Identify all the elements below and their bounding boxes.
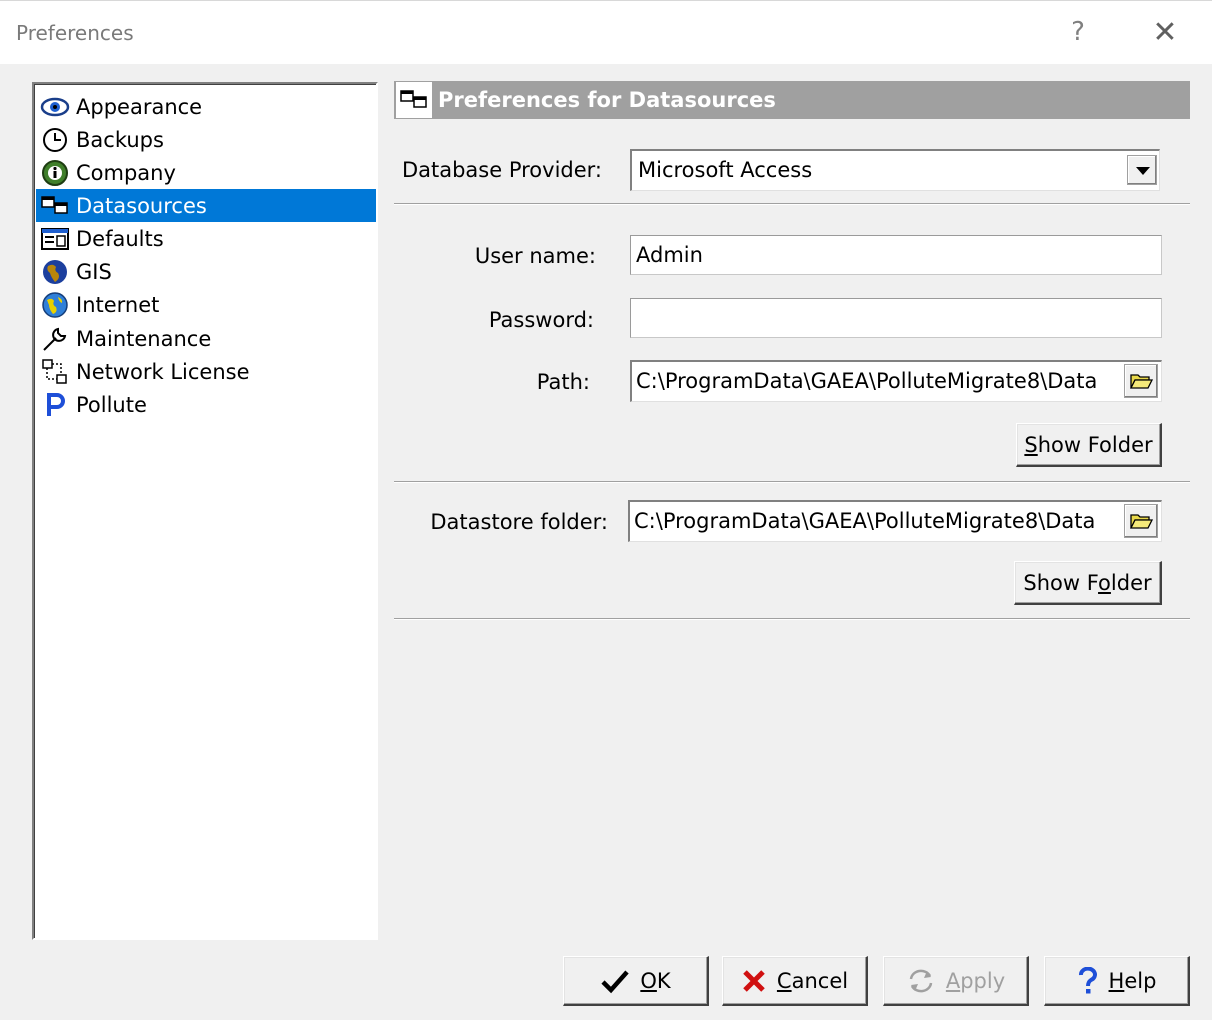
tree-item-maintenance[interactable]: Maintenance (36, 322, 376, 355)
tree-item-label: Company (76, 160, 176, 185)
ok-button[interactable]: OK (563, 956, 709, 1006)
tree-item-label: Backups (76, 127, 164, 152)
globe-icon (40, 258, 70, 286)
datastore-value: C:\ProgramData\GAEA\PolluteMigrate8\Data (634, 509, 1096, 533)
ok-mnemonic: O (640, 968, 657, 993)
internet-globe-icon (40, 291, 70, 319)
help-button[interactable]: Help (1044, 956, 1190, 1006)
show-folder-label: Show F (1023, 570, 1099, 595)
separator (394, 481, 1190, 483)
tree-item-backups[interactable]: Backups (36, 123, 376, 156)
path-value: C:\ProgramData\GAEA\PolluteMigrate8\Data (636, 369, 1098, 393)
refresh-icon (909, 969, 933, 992)
close-icon[interactable]: ✕ (1140, 15, 1190, 55)
provider-value: Microsoft Access (638, 158, 813, 182)
help-label: elp (1124, 968, 1157, 993)
defaults-icon (40, 225, 70, 253)
cancel-button[interactable]: Cancel (722, 956, 868, 1006)
show-folder-label: lder (1110, 570, 1152, 595)
password-input[interactable] (630, 298, 1162, 338)
tree-item-defaults[interactable]: Defaults (36, 222, 376, 255)
datasources-icon (40, 192, 70, 220)
red-x-icon (743, 969, 765, 992)
help-mnemonic: H (1108, 968, 1125, 993)
username-label: User name: (474, 244, 596, 268)
show-folder-button[interactable]: Show Folder (1016, 423, 1162, 467)
folder-open-icon (1129, 514, 1153, 529)
username-input[interactable]: Admin (630, 235, 1162, 275)
apply-mnemonic: A (945, 968, 961, 993)
datastore-label: Datastore folder: (430, 510, 608, 534)
path-label: Path: (536, 370, 590, 394)
apply-button[interactable]: Apply (883, 956, 1029, 1006)
separator (394, 618, 1190, 620)
show-folder-mnemonic: S (1024, 432, 1038, 457)
panel-header: Preferences for Datasources (394, 81, 1190, 119)
title-bar: Preferences ? ✕ (0, 0, 1212, 64)
apply-label: pply (960, 968, 1006, 993)
pollute-p-icon (40, 391, 70, 419)
provider-label: Database Provider: (401, 158, 602, 182)
panel-title: Preferences for Datasources (438, 88, 776, 112)
datasources-icon (396, 82, 432, 118)
tree-item-appearance[interactable]: Appearance (36, 90, 376, 123)
show-folder-label: how Folder (1037, 432, 1153, 457)
separator (394, 203, 1190, 205)
show-folder-mnemonic: o (1098, 570, 1111, 595)
tree-item-label: Maintenance (76, 326, 212, 351)
tree-item-label: Appearance (76, 94, 203, 119)
chevron-down-icon[interactable] (1127, 155, 1157, 185)
eye-icon (40, 93, 70, 121)
checkmark-icon (601, 970, 630, 993)
tree-item-pollute[interactable]: Pollute (36, 388, 376, 421)
tree-item-label: GIS (76, 259, 112, 284)
browse-path-button[interactable] (1124, 364, 1158, 398)
ok-label: K (656, 968, 671, 993)
tree-item-internet[interactable]: Internet (36, 288, 376, 321)
tree-item-label: Internet (76, 292, 160, 317)
help-icon[interactable]: ? (1063, 17, 1093, 51)
tree-item-network-license[interactable]: Network License (36, 355, 376, 388)
tree-item-label: Datasources (76, 193, 207, 218)
path-input[interactable]: C:\ProgramData\GAEA\PolluteMigrate8\Data (630, 360, 1162, 402)
tree-item-label: Network License (76, 359, 250, 384)
tree-item-gis[interactable]: GIS (36, 255, 376, 288)
password-label: Password: (488, 308, 594, 332)
database-provider-select[interactable]: Microsoft Access (630, 149, 1160, 191)
show-datastore-folder-button[interactable]: Show Folder (1014, 561, 1162, 605)
question-mark-icon (1078, 966, 1097, 993)
tree-item-datasources[interactable]: Datasources (36, 189, 376, 222)
network-icon (40, 358, 70, 386)
browse-datastore-button[interactable] (1124, 504, 1158, 538)
window-title: Preferences (16, 21, 134, 45)
cancel-mnemonic: C (776, 968, 792, 993)
info-icon (40, 159, 70, 187)
category-tree[interactable]: Appearance Backups Company Datasources D… (32, 82, 378, 940)
folder-open-icon (1129, 374, 1153, 389)
tree-item-label: Defaults (76, 226, 164, 251)
tree-item-label: Pollute (76, 392, 147, 417)
clock-icon (40, 126, 70, 154)
tree-item-company[interactable]: Company (36, 156, 376, 189)
datastore-folder-input[interactable]: C:\ProgramData\GAEA\PolluteMigrate8\Data (628, 500, 1162, 542)
wrench-icon (40, 325, 70, 353)
cancel-label: ancel (791, 968, 849, 993)
